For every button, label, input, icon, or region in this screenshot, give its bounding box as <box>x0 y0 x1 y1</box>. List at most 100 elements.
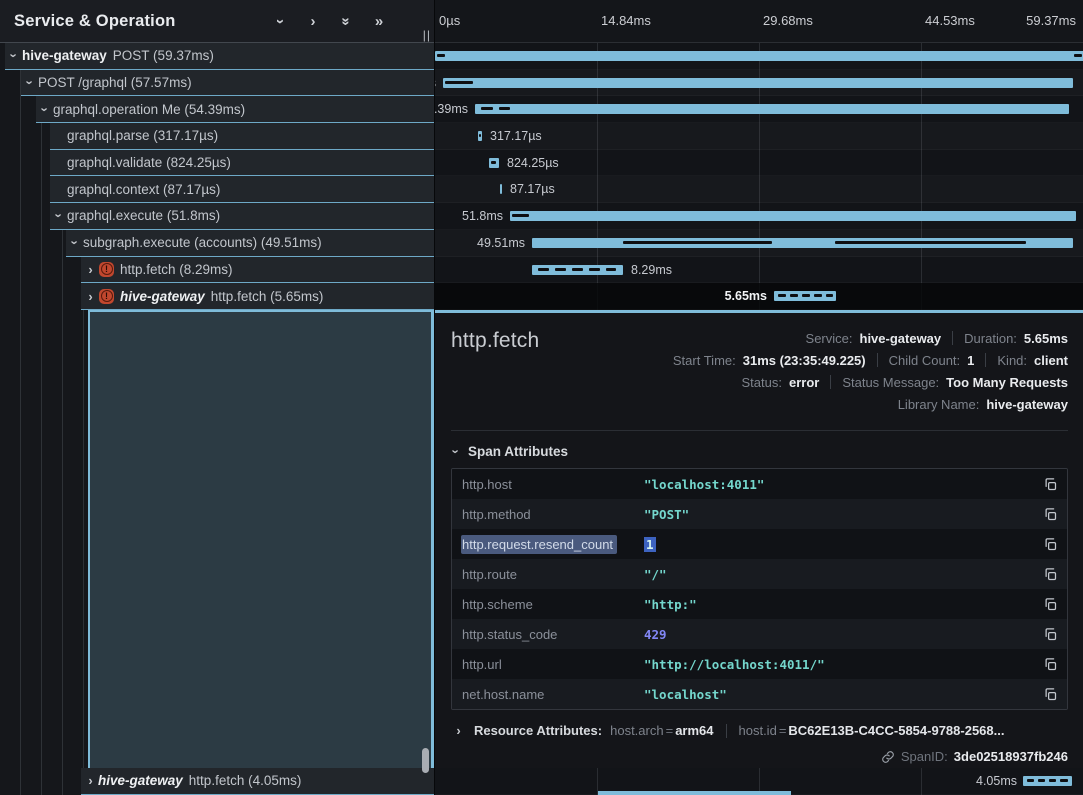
span-bar[interactable] <box>443 78 1073 88</box>
meta-value: Too Many Requests <box>946 375 1068 390</box>
chevron-right-icon[interactable] <box>83 289 98 304</box>
tree-row-http-fetch-5ms-selected[interactable]: hive-gateway http.fetch (5.65ms) <box>0 283 434 310</box>
copy-icon[interactable] <box>1033 567 1067 582</box>
span-bar[interactable] <box>478 131 482 141</box>
span-attributes-header[interactable]: Span Attributes <box>451 444 1068 459</box>
attribute-row: http.host "localhost:4011" <box>452 469 1067 499</box>
panel-resize-handle[interactable]: || <box>423 28 431 42</box>
expand-all-icon[interactable] <box>372 13 386 30</box>
chevron-down-icon[interactable] <box>68 235 83 250</box>
copy-icon[interactable] <box>1033 597 1067 612</box>
span-bar[interactable] <box>510 211 1076 221</box>
child-span-dash <box>538 268 549 271</box>
scrollbar-thumb[interactable] <box>422 748 429 773</box>
meta-label: Library Name: <box>898 397 980 412</box>
divider <box>877 353 878 367</box>
error-icon <box>99 289 114 304</box>
divider <box>952 331 953 345</box>
duration-label: 5.65ms <box>725 283 767 310</box>
child-span-dash <box>802 294 810 297</box>
span-bar[interactable] <box>532 238 1073 248</box>
collapse-one-icon[interactable] <box>273 13 287 30</box>
error-icon <box>99 262 114 277</box>
attribute-row-selected: http.request.resend_count 1 <box>452 529 1067 559</box>
indent-gutter <box>0 176 50 203</box>
tree-row-hive-gateway-post[interactable]: hive-gateway POST (59.37ms) <box>0 43 434 70</box>
indent-gutter <box>0 150 50 177</box>
span-bar[interactable] <box>435 51 1083 61</box>
copy-icon[interactable] <box>1033 537 1067 552</box>
service-name: hive-gateway <box>120 289 205 304</box>
child-span-dash <box>1049 779 1056 782</box>
service-name: hive-gateway <box>22 48 107 63</box>
copy-icon[interactable] <box>1033 657 1067 672</box>
span-attributes-table: http.host "localhost:4011" http.method "… <box>451 468 1068 710</box>
attribute-value: "localhost:4011" <box>644 477 1033 492</box>
child-span-dash <box>623 241 772 244</box>
child-span-dash <box>790 294 798 297</box>
axis-tick: 14.84ms <box>601 13 651 28</box>
selected-span-highlight-area <box>88 310 434 768</box>
duration-label: 87.17µs <box>510 176 555 203</box>
span-bar[interactable] <box>500 184 502 194</box>
span-bar[interactable] <box>532 265 623 275</box>
child-span-dash <box>606 268 616 271</box>
span-tree-panel: Service & Operation || hive-gateway POST … <box>0 0 434 795</box>
duration-label: 54.39ms <box>435 96 468 123</box>
resource-attribute: host.arch=arm64 <box>610 723 713 738</box>
span-bar-partial[interactable] <box>598 791 791 795</box>
duration-label: 4.05ms <box>976 768 1017 795</box>
chevron-right-icon <box>451 723 466 738</box>
meta-value: hive-gateway <box>860 331 942 346</box>
attribute-value: 429 <box>644 627 1033 642</box>
span-label: graphql.operation Me (54.39ms) <box>53 102 245 117</box>
span-label: graphql.validate (824.25µs) <box>67 155 231 170</box>
chevron-right-icon[interactable] <box>83 262 98 277</box>
tree-row-post-graphql[interactable]: POST /graphql (57.57ms) <box>0 70 434 97</box>
child-span-dash <box>572 268 583 271</box>
copy-icon[interactable] <box>1033 507 1067 522</box>
chevron-right-icon[interactable] <box>83 773 98 788</box>
tree-row-graphql-parse[interactable]: graphql.parse (317.17µs) <box>0 123 434 150</box>
attribute-key: http.url <box>452 657 644 672</box>
collapse-all-icon[interactable] <box>339 13 353 30</box>
axis-tick: 59.37ms <box>1026 13 1076 28</box>
tree-header-title: Service & Operation <box>14 12 176 31</box>
copy-icon[interactable] <box>1033 687 1067 702</box>
span-title: http.fetch <box>451 327 539 415</box>
timeline-rows: 57.57ms 54.39ms 317.17µs 824.25µs 87.17µ… <box>435 43 1083 310</box>
timeline-panel: 0µs 14.84ms 29.68ms 44.53ms 59.37ms 57.5… <box>434 0 1083 795</box>
span-bar[interactable] <box>489 158 499 168</box>
span-bar[interactable] <box>1023 776 1072 786</box>
child-span-dash <box>1060 779 1068 782</box>
timeline-row: 57.57ms <box>435 70 1083 97</box>
divider <box>726 724 727 738</box>
indent-gutter <box>0 310 88 768</box>
meta-label: Start Time: <box>673 353 736 368</box>
tree-row-subgraph-execute[interactable]: subgraph.execute (accounts) (49.51ms) <box>0 230 434 257</box>
tree-row-graphql-execute[interactable]: graphql.execute (51.8ms) <box>0 203 434 230</box>
tree-row-graphql-operation[interactable]: graphql.operation Me (54.39ms) <box>0 96 434 123</box>
meta-value: 31ms (23:35:49.225) <box>743 353 866 368</box>
span-label: POST (59.37ms) <box>113 48 214 63</box>
attribute-row: http.scheme "http:" <box>452 589 1067 619</box>
tree-row-http-fetch-8ms[interactable]: http.fetch (8.29ms) <box>0 257 434 284</box>
copy-icon[interactable] <box>1033 627 1067 642</box>
indent-gutter <box>0 70 21 97</box>
tree-row-graphql-validate[interactable]: graphql.validate (824.25µs) <box>0 150 434 177</box>
tree-header-toolbar <box>273 13 434 30</box>
span-label: http.fetch (5.65ms) <box>211 289 324 304</box>
resource-attributes-row[interactable]: Resource Attributes: host.arch=arm64 hos… <box>451 723 1068 738</box>
tree-row-http-fetch-4ms[interactable]: hive-gatewayhttp.fetch (4.05ms) <box>0 768 434 795</box>
span-bar[interactable] <box>475 104 1069 114</box>
chevron-down-icon[interactable] <box>7 48 22 63</box>
tree-row-graphql-context[interactable]: graphql.context (87.17µs) <box>0 176 434 203</box>
chevron-down-icon[interactable] <box>38 102 53 117</box>
link-icon[interactable] <box>881 750 895 764</box>
indent-gutter <box>0 283 81 310</box>
span-bar[interactable] <box>774 291 836 301</box>
chevron-down-icon[interactable] <box>23 75 38 90</box>
chevron-down-icon[interactable] <box>52 208 67 223</box>
expand-one-icon[interactable] <box>306 13 320 30</box>
copy-icon[interactable] <box>1033 477 1067 492</box>
